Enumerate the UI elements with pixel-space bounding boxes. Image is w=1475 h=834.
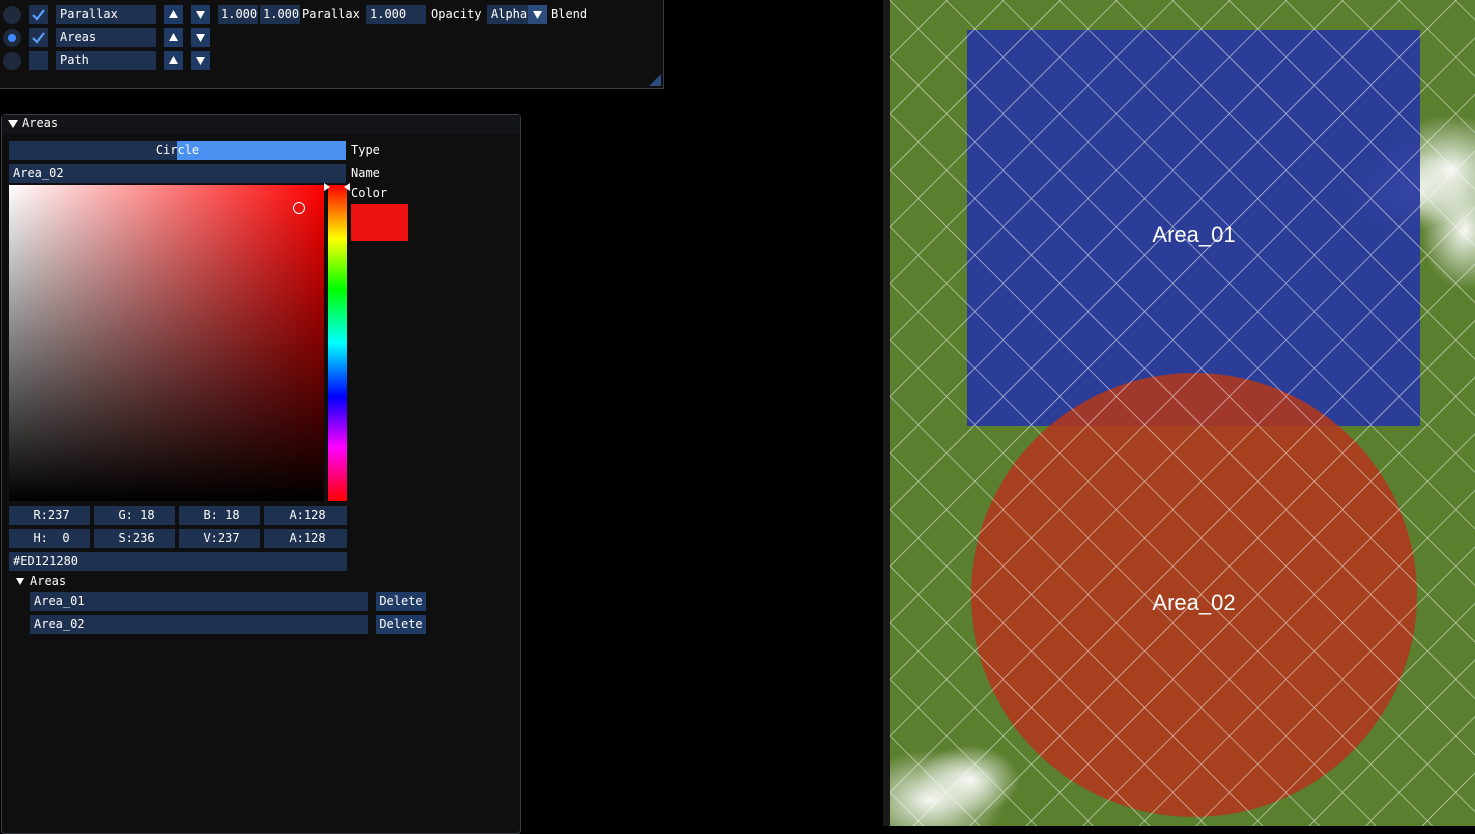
layer-radio-areas[interactable]	[3, 29, 21, 47]
layer-radio-path[interactable]	[3, 52, 21, 70]
move-up-button-path[interactable]	[164, 51, 183, 70]
arrow-up-icon	[169, 10, 178, 18]
hue-bar[interactable]	[328, 185, 347, 501]
checkmark-icon	[32, 32, 45, 44]
area-02-label: Area_02	[1152, 590, 1235, 615]
blue-input[interactable]: B: 18	[179, 506, 260, 525]
move-up-button-areas[interactable]	[164, 28, 183, 47]
grid-overlay	[890, 0, 1475, 826]
name-label: Name	[351, 166, 380, 180]
red-input[interactable]: R:237	[9, 506, 90, 525]
hue-marker-left-icon	[324, 183, 330, 191]
blend-select[interactable]: Alpha	[487, 5, 547, 24]
move-down-button-areas[interactable]	[191, 28, 210, 47]
value-input[interactable]: V:237	[179, 529, 260, 548]
layer-radio-parallax[interactable]	[3, 6, 21, 24]
type-label: Type	[351, 143, 380, 157]
areas-panel-header[interactable]: Areas	[2, 115, 520, 133]
move-down-button-path[interactable]	[191, 51, 210, 70]
layer-name-areas[interactable]: Areas	[56, 28, 156, 47]
area-list-item-name[interactable]: Area_01	[30, 592, 368, 611]
type-value: Circle	[155, 143, 200, 157]
parallax-label: Parallax	[302, 7, 360, 21]
color-label: Color	[351, 186, 388, 200]
collapse-triangle-icon[interactable]	[16, 577, 24, 585]
layer-name-path[interactable]: Path	[56, 51, 156, 70]
delete-area-button[interactable]: Delete	[376, 592, 426, 611]
alpha-input-hsv[interactable]: A:128	[264, 529, 347, 548]
color-picker-cursor-icon[interactable]	[293, 202, 305, 214]
blend-select-value: Alpha	[491, 7, 528, 21]
areas-list-header[interactable]: Areas	[30, 572, 66, 591]
arrow-down-icon	[196, 11, 205, 19]
map-viewport[interactable]: Area_01 Area_02	[890, 0, 1475, 826]
saturation-input[interactable]: S:236	[94, 529, 175, 548]
layer-visible-checkbox-parallax[interactable]	[29, 5, 48, 24]
layer-visible-checkbox-path[interactable]	[29, 51, 48, 70]
area-list-item-name[interactable]: Area_02	[30, 615, 368, 634]
blend-dropdown-button[interactable]	[528, 5, 547, 24]
layer-name-parallax[interactable]: Parallax	[56, 5, 156, 24]
delete-area-button[interactable]: Delete	[376, 615, 426, 634]
area-01-label: Area_01	[1152, 222, 1235, 247]
green-input[interactable]: G: 18	[94, 506, 175, 525]
arrow-down-icon	[196, 34, 205, 42]
opacity-label: Opacity	[431, 7, 482, 21]
viewport-splitter[interactable]	[883, 0, 890, 826]
saturation-value-square[interactable]	[9, 185, 324, 501]
arrow-up-icon	[169, 56, 178, 64]
collapse-triangle-icon	[8, 120, 18, 128]
alpha-input[interactable]: A:128	[264, 506, 347, 525]
opacity-input[interactable]: 1.000	[366, 5, 426, 24]
resize-grip-icon[interactable]	[649, 74, 661, 86]
map-canvas[interactable]: Area_01 Area_02	[890, 0, 1475, 826]
area-name-input[interactable]: Area_02	[9, 164, 346, 183]
color-swatch[interactable]	[351, 204, 408, 241]
areas-panel-title: Areas	[22, 116, 59, 130]
hue-input[interactable]: H: 0	[9, 529, 90, 548]
type-combo[interactable]: Circle	[9, 141, 346, 160]
chevron-down-icon	[533, 11, 542, 19]
layer-visible-checkbox-areas[interactable]	[29, 28, 48, 47]
arrow-down-icon	[196, 57, 205, 65]
checkmark-icon	[32, 9, 45, 21]
blend-label: Blend	[551, 7, 588, 21]
parallax-y-input[interactable]: 1.000	[260, 5, 300, 24]
move-up-button-parallax[interactable]	[164, 5, 183, 24]
arrow-up-icon	[169, 33, 178, 41]
hex-input[interactable]: #ED121280	[9, 552, 347, 571]
parallax-x-input[interactable]: 1.000	[218, 5, 258, 24]
hue-marker-right-icon	[344, 183, 350, 191]
move-down-button-parallax[interactable]	[191, 5, 210, 24]
